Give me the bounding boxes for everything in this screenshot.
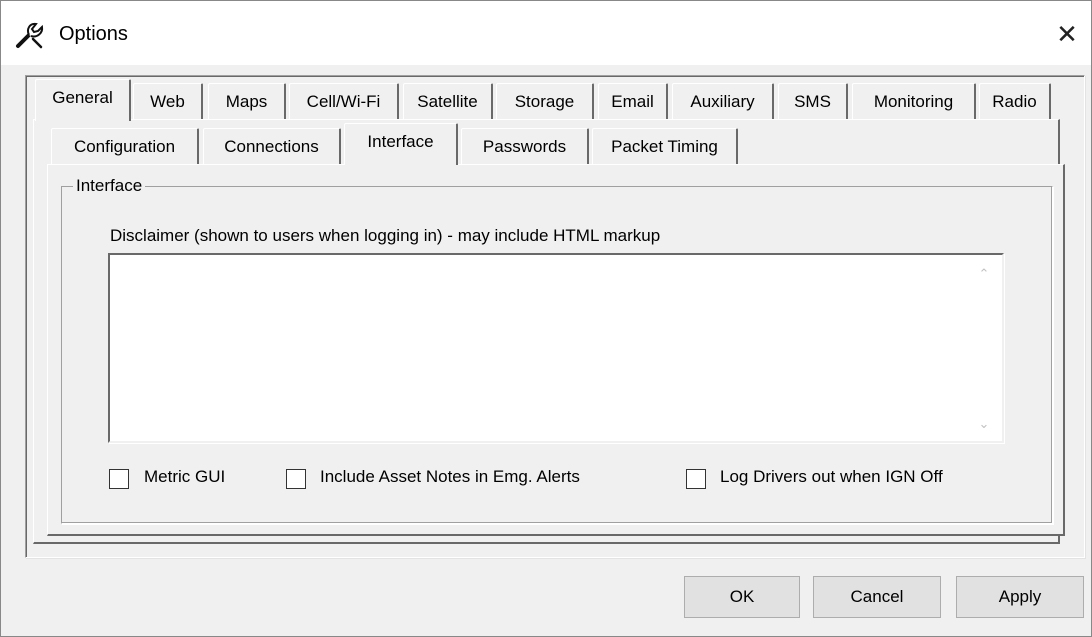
tab-satellite[interactable]: Satellite bbox=[403, 83, 493, 119]
tab-label: Auxiliary bbox=[690, 92, 755, 111]
options-dialog: Options ✕ General Web Maps Cell/Wi-Fi Sa… bbox=[0, 0, 1092, 637]
tab-label: Interface bbox=[367, 132, 434, 151]
window-title: Options bbox=[59, 23, 128, 45]
include-asset-notes-checkbox[interactable] bbox=[286, 469, 306, 489]
tab-label: Monitoring bbox=[873, 92, 954, 111]
tab-radio[interactable]: Radio bbox=[979, 83, 1051, 119]
tab-passwords[interactable]: Passwords bbox=[461, 128, 589, 164]
groupbox-title: Interface bbox=[73, 176, 146, 196]
tab-sms[interactable]: SMS bbox=[778, 83, 848, 119]
tab-label: General bbox=[52, 88, 113, 107]
ok-button[interactable]: OK bbox=[684, 576, 800, 618]
disclaimer-label: Disclaimer (shown to users when logging … bbox=[110, 226, 661, 245]
tab-label: Radio bbox=[992, 92, 1037, 111]
close-button[interactable]: ✕ bbox=[1045, 15, 1089, 55]
tab-label: Cell/Wi-Fi bbox=[306, 92, 381, 111]
disclaimer-textarea[interactable]: ⌃ ⌄ bbox=[108, 253, 1004, 443]
cancel-button[interactable]: Cancel bbox=[813, 576, 941, 618]
wrench-icon bbox=[15, 21, 45, 49]
tab-label: Connections bbox=[224, 137, 319, 156]
tab-label: Packet Timing bbox=[611, 137, 718, 156]
tab-auxiliary[interactable]: Auxiliary bbox=[672, 83, 774, 119]
tab-monitoring[interactable]: Monitoring bbox=[852, 83, 976, 119]
metric-gui-checkbox[interactable] bbox=[109, 469, 129, 489]
tab-cell-wifi[interactable]: Cell/Wi-Fi bbox=[289, 83, 399, 119]
tab-web[interactable]: Web bbox=[133, 83, 203, 119]
metric-gui-label[interactable]: Metric GUI bbox=[144, 467, 225, 487]
tab-maps[interactable]: Maps bbox=[208, 83, 286, 119]
tab-label: Maps bbox=[225, 92, 268, 111]
tab-interface[interactable]: Interface bbox=[344, 123, 458, 165]
tab-label: Passwords bbox=[482, 137, 567, 156]
apply-button[interactable]: Apply bbox=[956, 576, 1084, 618]
scroll-up-icon[interactable]: ⌃ bbox=[976, 267, 992, 283]
tab-label: Web bbox=[150, 92, 185, 111]
tab-connections[interactable]: Connections bbox=[203, 128, 341, 164]
scroll-down-icon[interactable]: ⌄ bbox=[976, 417, 992, 433]
tab-email[interactable]: Email bbox=[598, 83, 668, 119]
tab-label: SMS bbox=[794, 92, 831, 111]
title-bar: Options ✕ bbox=[1, 1, 1091, 65]
tab-general[interactable]: General bbox=[35, 79, 131, 121]
tab-configuration[interactable]: Configuration bbox=[51, 128, 199, 164]
log-drivers-out-label[interactable]: Log Drivers out when IGN Off bbox=[720, 467, 943, 487]
tab-label: Storage bbox=[514, 92, 575, 111]
tab-label: Satellite bbox=[417, 92, 478, 111]
tab-packet-timing[interactable]: Packet Timing bbox=[592, 128, 738, 164]
log-drivers-out-checkbox[interactable] bbox=[686, 469, 706, 489]
tab-storage[interactable]: Storage bbox=[496, 83, 594, 119]
tab-label: Configuration bbox=[73, 137, 176, 156]
tab-label: Email bbox=[611, 92, 654, 111]
include-asset-notes-label[interactable]: Include Asset Notes in Emg. Alerts bbox=[320, 467, 580, 487]
